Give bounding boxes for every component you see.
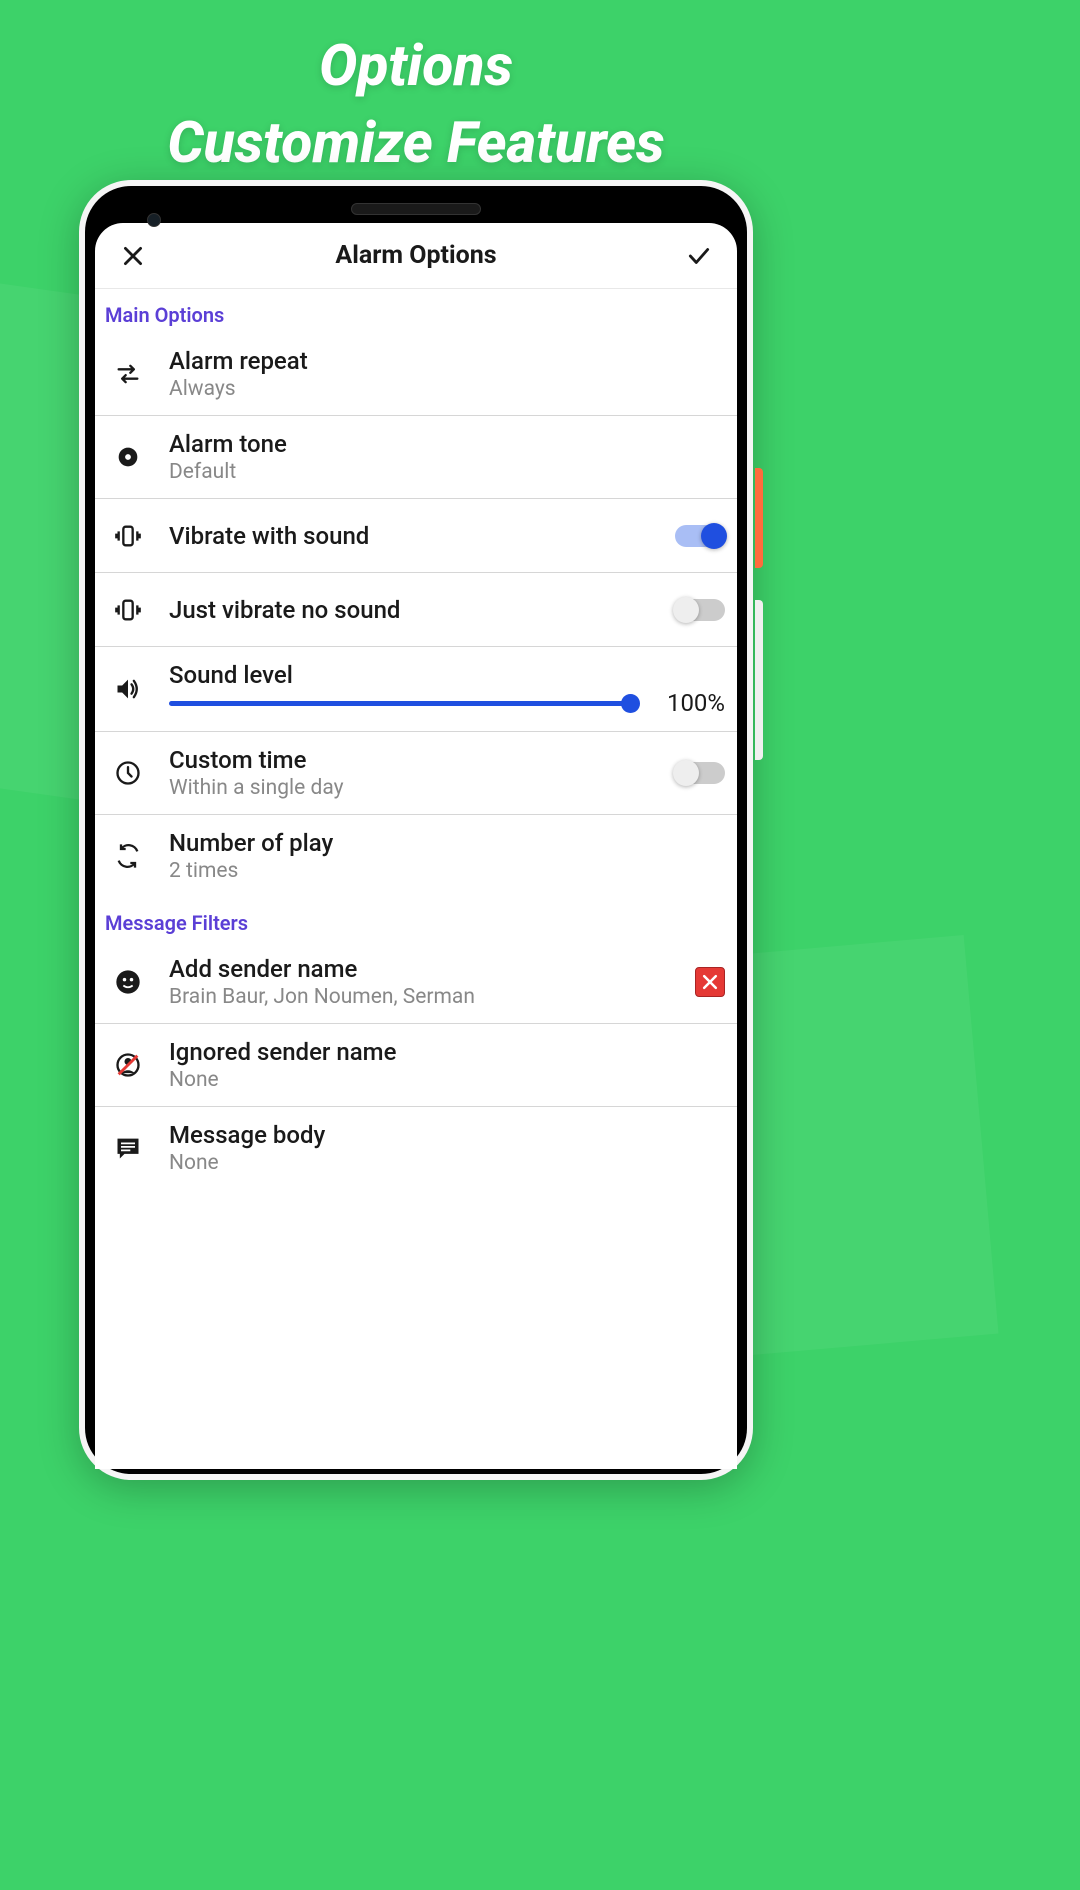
sound-level-title: Sound level [169, 661, 725, 689]
alarm-repeat-sub: Always [169, 377, 725, 401]
item-vibrate-with-sound: Vibrate with sound [95, 499, 737, 573]
clock-icon [113, 758, 143, 788]
app-screen: Alarm Options Main Options Alarm repeat … [95, 223, 737, 1469]
add-sender-title: Add sender name [169, 955, 669, 983]
play-count-sub: 2 times [169, 859, 725, 883]
alarm-tone-title: Alarm tone [169, 430, 725, 458]
blocked-person-icon [113, 1050, 143, 1080]
item-sound-level: Sound level 100% [95, 647, 737, 732]
close-button[interactable] [115, 238, 151, 274]
section-message-filters: Message Filters [95, 897, 737, 941]
remove-sender-button[interactable] [695, 967, 725, 997]
ignored-sender-sub: None [169, 1068, 725, 1092]
loop-icon [113, 841, 143, 871]
message-body-title: Message body [169, 1121, 725, 1149]
heading-line1: Options [319, 32, 513, 99]
app-header: Alarm Options [95, 223, 737, 289]
item-message-body[interactable]: Message body None [95, 1107, 737, 1189]
person-icon [113, 967, 143, 997]
close-icon [120, 243, 146, 269]
confirm-button[interactable] [681, 238, 717, 274]
sound-level-slider[interactable] [169, 701, 631, 706]
tone-icon [113, 442, 143, 472]
item-custom-time: Custom time Within a single day [95, 732, 737, 815]
custom-time-title: Custom time [169, 746, 649, 774]
just-vibrate-toggle[interactable] [675, 599, 725, 621]
promo-heading: Options Customize Features [0, 0, 832, 182]
volume-icon [113, 674, 143, 704]
vibrate-only-icon [113, 595, 143, 625]
vibrate-sound-title: Vibrate with sound [169, 522, 649, 550]
item-ignored-sender[interactable]: Ignored sender name None [95, 1024, 737, 1107]
sound-level-value: 100% [653, 689, 725, 717]
ignored-sender-title: Ignored sender name [169, 1038, 725, 1066]
repeat-icon [113, 359, 143, 389]
alarm-repeat-title: Alarm repeat [169, 347, 725, 375]
section-main-options: Main Options [95, 289, 737, 333]
custom-time-toggle[interactable] [675, 762, 725, 784]
item-add-sender[interactable]: Add sender name Brain Baur, Jon Noumen, … [95, 941, 737, 1024]
phone-speaker [351, 203, 481, 215]
item-alarm-repeat[interactable]: Alarm repeat Always [95, 333, 737, 416]
phone-frame: Alarm Options Main Options Alarm repeat … [79, 180, 753, 1480]
vibrate-sound-toggle[interactable] [675, 525, 725, 547]
play-count-title: Number of play [169, 829, 725, 857]
heading-line2: Customize Features [167, 109, 664, 176]
x-icon [700, 972, 720, 992]
add-sender-sub: Brain Baur, Jon Noumen, Serman [169, 985, 669, 1009]
custom-time-sub: Within a single day [169, 776, 649, 800]
check-icon [686, 243, 712, 269]
item-play-count[interactable]: Number of play 2 times [95, 815, 737, 897]
message-icon [113, 1133, 143, 1163]
phone-power-button [755, 468, 763, 568]
item-just-vibrate: Just vibrate no sound [95, 573, 737, 647]
page-title: Alarm Options [335, 241, 496, 270]
item-alarm-tone[interactable]: Alarm tone Default [95, 416, 737, 499]
alarm-tone-sub: Default [169, 460, 725, 484]
message-body-sub: None [169, 1151, 725, 1175]
phone-volume-button [755, 600, 763, 760]
just-vibrate-title: Just vibrate no sound [169, 596, 649, 624]
vibrate-icon [113, 521, 143, 551]
phone-camera [147, 213, 161, 227]
